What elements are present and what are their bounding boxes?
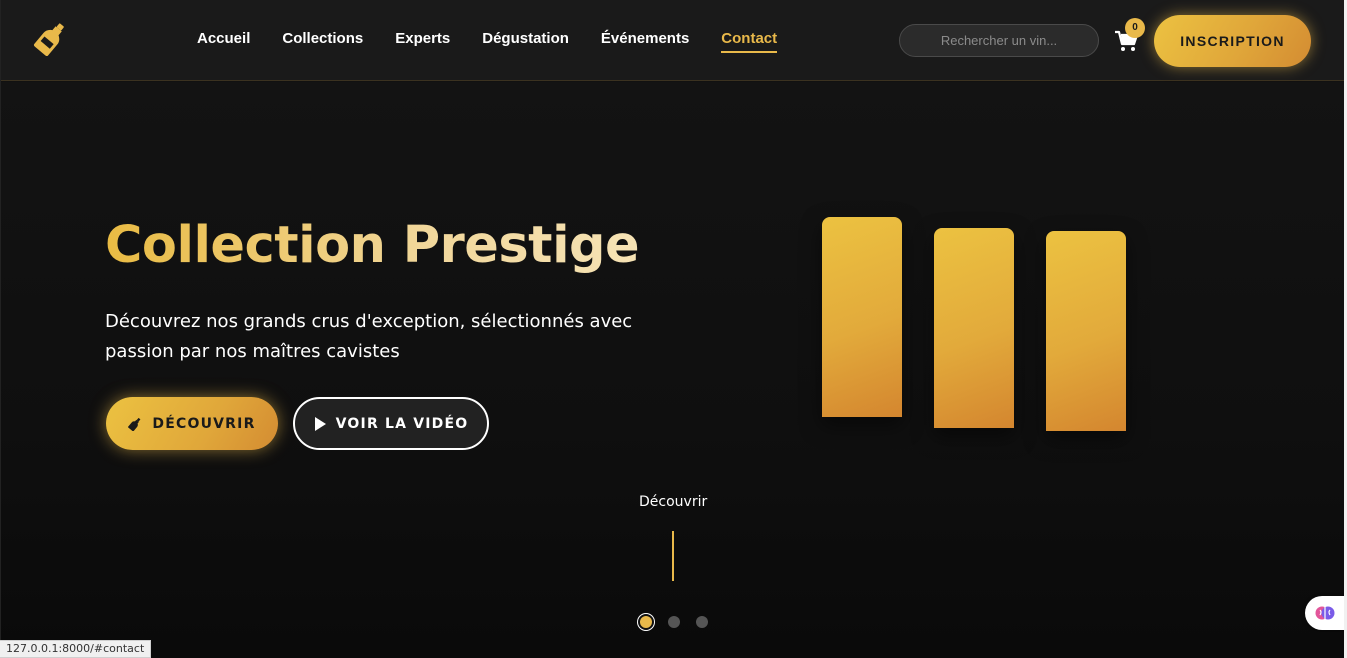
- bottle-card-3[interactable]: [1046, 231, 1126, 431]
- brain-extension-icon[interactable]: [1305, 596, 1344, 630]
- wine-bottle-icon: [128, 417, 141, 431]
- nav-experts[interactable]: Experts: [395, 30, 450, 47]
- watch-video-button-label: VOIR LA VIDÉO: [335, 415, 469, 432]
- bottle-card-2[interactable]: [934, 228, 1014, 428]
- carousel-dot-1[interactable]: [640, 616, 652, 628]
- nav-accueil[interactable]: Accueil: [197, 30, 250, 47]
- cart-count-badge: 0: [1125, 18, 1145, 38]
- scroll-indicator-line: [672, 531, 674, 581]
- hero-title: Collection Prestige: [105, 216, 640, 275]
- carousel-dot-3[interactable]: [696, 616, 708, 628]
- hero-subtitle: Découvrez nos grands crus d'exception, s…: [105, 311, 633, 362]
- nav-evenements[interactable]: Événements: [601, 30, 689, 47]
- discover-button-label: DÉCOUVRIR: [152, 415, 256, 432]
- watch-video-button[interactable]: VOIR LA VIDÉO: [293, 397, 489, 450]
- nav-collections[interactable]: Collections: [282, 30, 363, 47]
- discover-button[interactable]: DÉCOUVRIR: [106, 397, 278, 450]
- main-nav: Accueil Collections Experts Dégustation …: [197, 30, 809, 53]
- wine-bottle-logo-icon[interactable]: [33, 20, 69, 56]
- search-input[interactable]: [899, 24, 1099, 57]
- nav-contact[interactable]: Contact: [721, 30, 777, 53]
- scroll-indicator-label[interactable]: Découvrir: [639, 494, 707, 510]
- site-header: Accueil Collections Experts Dégustation …: [1, 0, 1344, 81]
- bottle-card-1[interactable]: [822, 217, 902, 417]
- browser-viewport: Accueil Collections Experts Dégustation …: [0, 0, 1344, 658]
- brain-icon: [1315, 606, 1335, 620]
- status-bar-url: 127.0.0.1:8000/#contact: [0, 640, 152, 658]
- signup-button[interactable]: INSCRIPTION: [1154, 15, 1311, 67]
- play-icon: [314, 416, 326, 431]
- nav-degustation[interactable]: Dégustation: [482, 30, 569, 47]
- carousel-dot-2[interactable]: [668, 616, 680, 628]
